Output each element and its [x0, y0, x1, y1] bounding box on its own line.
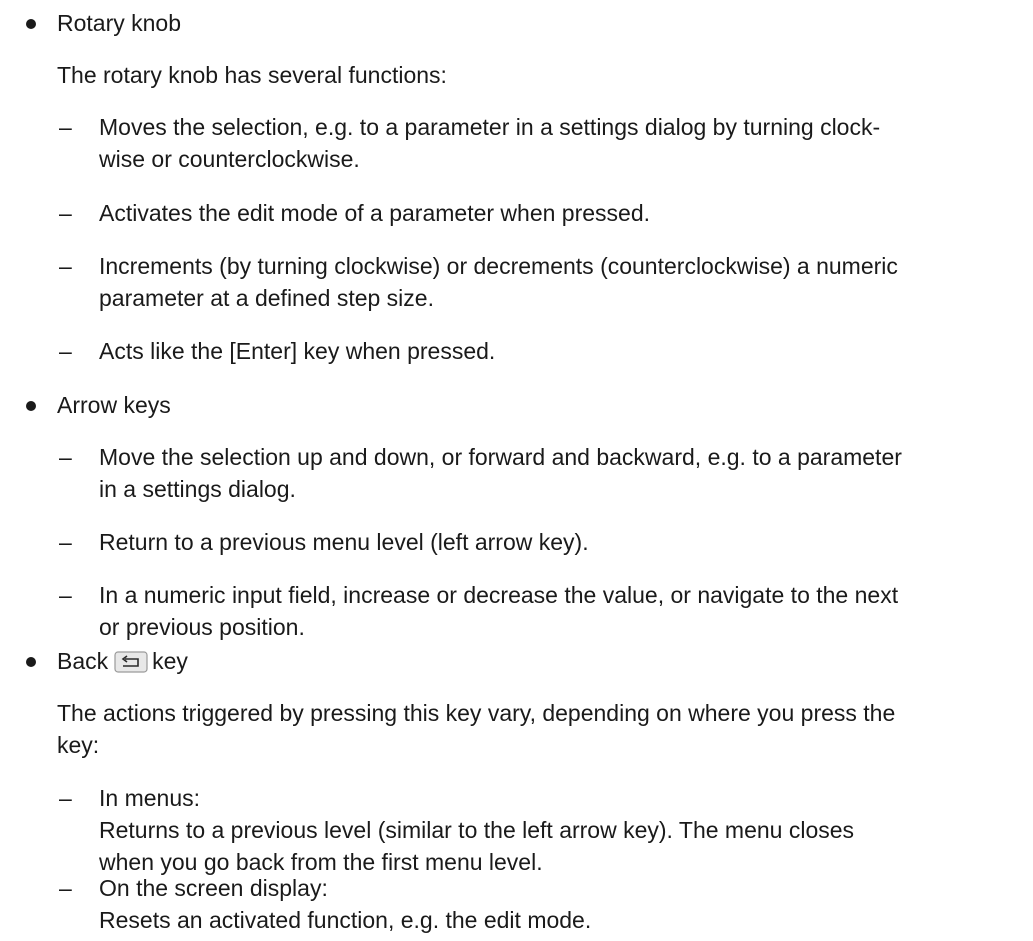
line: Increments (by turning clockwise) or dec… [99, 253, 898, 279]
bullet-dot [26, 657, 36, 667]
dash: – [59, 875, 72, 901]
line: Activates the edit mode of a parameter w… [99, 200, 651, 226]
line: Returns to a previous level (similar to … [99, 817, 855, 843]
line: On the screen display: [99, 875, 328, 901]
line: or previous position. [99, 614, 305, 640]
line: Move the selection up and down, or forwa… [99, 444, 902, 470]
line: Resets an activated function, e.g. the e… [99, 907, 592, 933]
bullet-title-text: key [152, 648, 188, 674]
list-item: Return to a previous menu level (left ar… [99, 526, 1019, 558]
list-item: Move the selection up and down, or forwa… [99, 441, 1019, 505]
back-key-icon [114, 649, 148, 673]
list-item: On the screen display: Resets an activat… [99, 872, 1019, 936]
line: Return to a previous menu level (left ar… [99, 529, 589, 555]
line: wise or counterclockwise. [99, 146, 360, 172]
paragraph: The rotary knob has several functions: [57, 62, 447, 88]
line: parameter at a defined step size. [99, 285, 434, 311]
list-item: Increments (by turning clockwise) or dec… [99, 250, 1019, 314]
dash: – [59, 444, 72, 470]
paragraph: The actions triggered by pressing this k… [57, 697, 1019, 761]
bullet-title: Rotary knob [57, 10, 182, 36]
bullet-title: Back key [57, 645, 188, 677]
dash: – [59, 582, 72, 608]
line: key: [57, 732, 100, 758]
dash: – [59, 338, 72, 364]
dash: – [59, 114, 72, 140]
dash: – [59, 785, 72, 811]
line: Moves the selection, e.g. to a parameter… [99, 114, 881, 140]
line: Acts like the [Enter] key when pressed. [99, 338, 496, 364]
list-item: In a numeric input field, increase or de… [99, 579, 1019, 643]
list-item: In menus: Returns to a previous level (s… [99, 782, 1019, 878]
bullet-title: Arrow keys [57, 392, 171, 418]
line: In menus: [99, 785, 200, 811]
dash: – [59, 529, 72, 555]
list-item: Moves the selection, e.g. to a parameter… [99, 111, 1019, 175]
line: in a settings dialog. [99, 476, 296, 502]
bullet-title-text: Back [57, 648, 109, 674]
dash: – [59, 200, 72, 226]
bullet-dot [26, 401, 36, 411]
document-page: Rotary knob The rotary knob has several … [0, 0, 1033, 941]
bullet-dot [26, 19, 36, 29]
list-item: Activates the edit mode of a parameter w… [99, 197, 1019, 229]
line: The actions triggered by pressing this k… [57, 700, 896, 726]
dash: – [59, 253, 72, 279]
list-item: Acts like the [Enter] key when pressed. [99, 335, 1019, 367]
line: In a numeric input field, increase or de… [99, 582, 899, 608]
